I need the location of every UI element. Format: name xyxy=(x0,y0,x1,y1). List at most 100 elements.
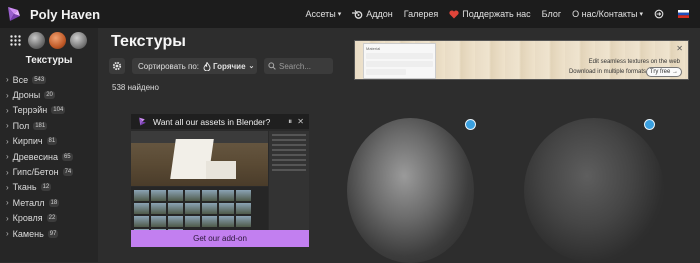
get-addon-button[interactable]: Get our add-on xyxy=(131,230,309,247)
nav-support[interactable]: Поддержать нас xyxy=(449,9,531,19)
search-box xyxy=(264,58,333,74)
ad-mock-row xyxy=(366,53,433,59)
category-label: Металл xyxy=(12,197,45,208)
login-icon xyxy=(654,9,664,19)
nav-gallery[interactable]: Галерея xyxy=(404,9,439,19)
category-count: 12 xyxy=(40,183,52,192)
chevron-right-icon: › xyxy=(6,90,9,100)
category-count: 181 xyxy=(33,121,48,130)
language-selector[interactable] xyxy=(678,10,692,18)
asset-thumb xyxy=(236,190,251,201)
category-label: Кирпич xyxy=(12,136,43,147)
nav-about[interactable]: О нас/Контакты ▾ xyxy=(572,9,643,19)
logo[interactable]: Poly Haven xyxy=(6,6,100,22)
category-count: 97 xyxy=(47,229,59,238)
sidebar-title: Текстуры xyxy=(25,55,73,66)
advertisement-banner[interactable]: Material ✕ Edit seamless textures on the… xyxy=(354,40,689,80)
panel-line xyxy=(272,169,306,171)
login-button[interactable] xyxy=(654,9,667,19)
chevron-right-icon: › xyxy=(6,152,9,162)
search-input[interactable] xyxy=(279,61,331,71)
grid-icon-glyph xyxy=(10,35,21,46)
ad-mock-title: Material xyxy=(366,46,381,51)
top-navigation-bar: Poly Haven Ассеты ▾ Аддон Галерея Поддер… xyxy=(0,0,700,28)
asset-thumb xyxy=(151,216,166,227)
texture-preview-sphere[interactable] xyxy=(347,118,474,263)
category-label: Древесина xyxy=(12,151,58,162)
category-stone[interactable]: › Камень 97 xyxy=(0,226,98,241)
gear-icon xyxy=(112,61,122,71)
category-terrain[interactable]: › Террэйн 104 xyxy=(0,103,98,118)
chevron-down-icon: ▾ xyxy=(639,11,643,18)
chevron-down-icon: ⌄ xyxy=(248,63,255,70)
chevron-right-icon: › xyxy=(6,121,9,131)
chevron-right-icon: › xyxy=(6,213,9,223)
category-count: 65 xyxy=(61,152,73,161)
asset-thumb xyxy=(168,203,183,214)
blender-badge-icon xyxy=(465,119,476,130)
nav-about-label: О нас/Контакты xyxy=(572,9,638,19)
category-wood[interactable]: › Древесина 65 xyxy=(0,149,98,164)
nav-blog[interactable]: Блог xyxy=(542,9,561,19)
hdri-type-icon[interactable] xyxy=(28,32,45,49)
asset-thumb xyxy=(134,190,149,201)
nav-blog-label: Блог xyxy=(541,9,562,19)
asset-thumb xyxy=(151,203,166,214)
blender-addon-promo: Want all our assets in Blender? ⏸ ✕ Get … xyxy=(131,114,309,247)
sidebar: Текстуры › Все 543 › Дроны 20 › Террэйн … xyxy=(0,28,98,262)
category-drones[interactable]: › Дроны 20 xyxy=(0,87,98,102)
ad-line-2: Download in multiple formats xyxy=(568,69,646,75)
category-plaster-concrete[interactable]: › Гипс/Бетон 74 xyxy=(0,164,98,179)
textures-type-icon[interactable] xyxy=(49,32,66,49)
category-roofing[interactable]: › Кровля 22 xyxy=(0,211,98,226)
blender-icon xyxy=(352,9,363,19)
pause-icon[interactable]: ⏸ xyxy=(288,117,292,126)
settings-button[interactable] xyxy=(109,58,125,74)
fire-icon xyxy=(203,61,211,71)
viewport-object xyxy=(206,161,236,179)
asset-thumb xyxy=(202,190,217,201)
category-count: 20 xyxy=(44,91,55,100)
models-type-icon[interactable] xyxy=(70,32,87,49)
asset-thumb xyxy=(236,203,251,214)
asset-thumb xyxy=(219,216,234,227)
asset-thumb xyxy=(168,216,183,227)
chevron-right-icon: › xyxy=(6,167,9,177)
blender-properties-panel xyxy=(269,131,309,230)
category-count: 18 xyxy=(48,198,60,207)
sort-dropdown[interactable]: Сортировать по: Горячие ⌄ xyxy=(132,58,257,74)
category-count: 543 xyxy=(32,75,47,84)
texture-preview-sphere[interactable] xyxy=(524,118,664,263)
close-icon[interactable]: ✕ xyxy=(676,44,683,53)
asset-thumb xyxy=(134,203,149,214)
ad-mock-row xyxy=(366,69,407,75)
category-fabric[interactable]: › Ткань 12 xyxy=(0,180,98,195)
asset-thumb xyxy=(185,190,200,201)
close-icon[interactable]: ✕ xyxy=(297,117,304,126)
nav-assets[interactable]: Ассеты ▾ xyxy=(305,9,341,19)
promo-header: Want all our assets in Blender? ⏸ ✕ xyxy=(131,114,309,129)
nav-addon[interactable]: Аддон xyxy=(352,9,393,19)
category-count: 22 xyxy=(46,214,58,223)
nav-assets-label: Ассеты xyxy=(305,9,336,19)
brand-name: Poly Haven xyxy=(30,6,101,22)
sort-value: Горячие ⌄ xyxy=(203,61,255,71)
category-floor[interactable]: › Пол 181 xyxy=(0,118,98,133)
category-count: 74 xyxy=(62,168,74,177)
panel-line xyxy=(272,159,306,161)
category-metal[interactable]: › Металл 18 xyxy=(0,195,98,210)
category-all[interactable]: › Все 543 xyxy=(0,72,98,87)
category-brick[interactable]: › Кирпич 81 xyxy=(0,134,98,149)
grid-icon[interactable] xyxy=(7,32,24,49)
category-label: Пол xyxy=(12,120,30,131)
category-label: Ткань xyxy=(12,182,37,193)
category-list: › Все 543 › Дроны 20 › Террэйн 104 › Пол… xyxy=(0,72,98,241)
blender-screenshot xyxy=(131,129,309,230)
asset-thumb xyxy=(219,190,234,201)
ad-try-label: Try free xyxy=(649,69,671,75)
ad-try-button[interactable]: Try free → xyxy=(645,67,682,77)
chevron-down-icon: ▾ xyxy=(337,11,342,18)
sort-label: Сортировать по: xyxy=(138,61,200,71)
chevron-right-icon: › xyxy=(6,182,9,192)
asset-thumb xyxy=(219,203,234,214)
